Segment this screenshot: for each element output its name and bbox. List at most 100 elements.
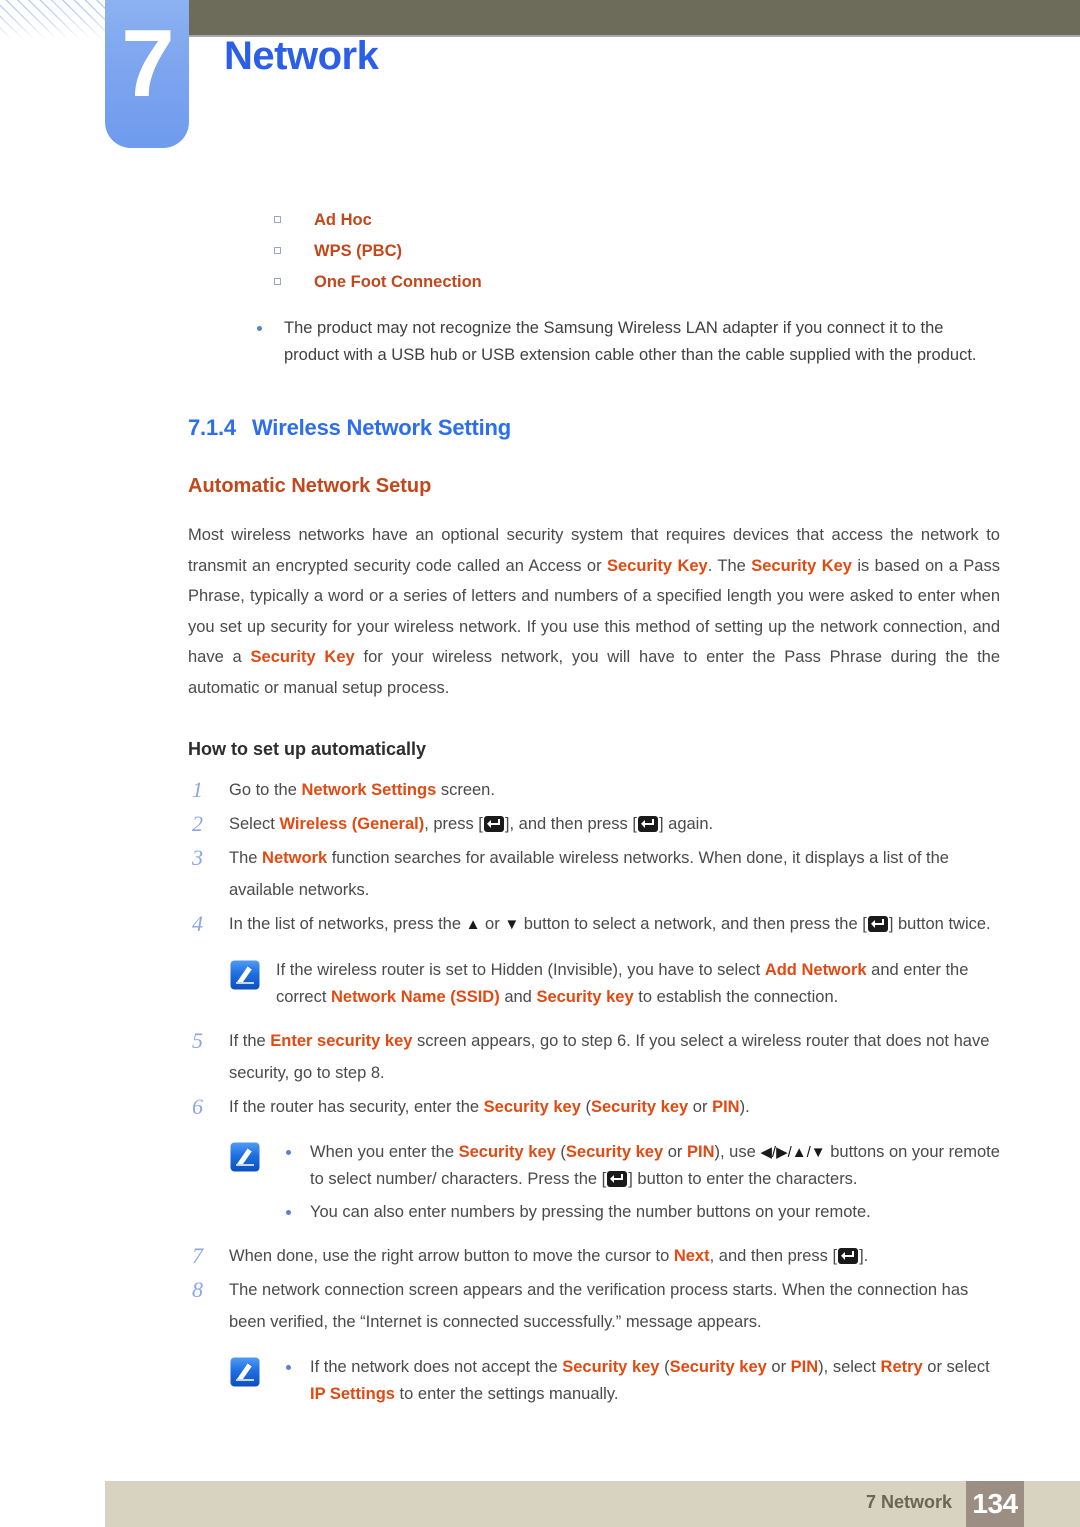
mode-label: Ad Hoc <box>314 211 372 229</box>
note-box-3: If the network does not accept the Secur… <box>188 1354 1000 1408</box>
keyword-emphasis: Network Settings <box>301 781 437 799</box>
step-item: 1 Go to the Network Settings screen. <box>188 774 1000 806</box>
text-run: ], and then press [ <box>504 815 637 833</box>
keyword-emphasis: Security key <box>483 1098 581 1116</box>
step-number: 1 <box>192 777 203 802</box>
step-text: The Network function searches for availa… <box>229 849 949 899</box>
note-bullet-text: If the network does not accept the Secur… <box>310 1358 990 1403</box>
footer-chapter-label: 7 Network <box>865 1492 952 1512</box>
steps-list-b: 5 If the Enter security key screen appea… <box>188 1025 1000 1123</box>
round-bullet-icon <box>286 1210 291 1215</box>
text-run: You can also enter numbers by pressing t… <box>310 1203 871 1221</box>
intro-note-bullet: The product may not recognize the Samsun… <box>188 315 1000 369</box>
steps-list-c: 7 When done, use the right arrow button … <box>188 1240 1000 1338</box>
step-item: 5 If the Enter security key screen appea… <box>188 1025 1000 1089</box>
note-bullet-list: When you enter the Security key (Securit… <box>276 1139 1000 1226</box>
intro-note-text: The product may not recognize the Samsun… <box>284 319 977 364</box>
enter-key-icon <box>483 816 504 832</box>
step-number: 5 <box>192 1028 203 1053</box>
text-run: If the <box>229 1032 271 1050</box>
keyword-emphasis: PIN <box>790 1358 819 1376</box>
intro-paragraph: Most wireless networks have an optional … <box>188 520 1000 703</box>
list-item: WPS (PBC) <box>188 236 1000 266</box>
note-bullet-item: If the network does not accept the Secur… <box>276 1354 1000 1408</box>
step-number: 2 <box>192 811 203 836</box>
text-run: or <box>766 1358 791 1376</box>
step-item: 2 Select Wireless (General), press [], a… <box>188 808 1000 840</box>
keyword-security-key: Security Key <box>606 556 708 575</box>
keyword-emphasis: PIN <box>687 1143 715 1161</box>
text-run: Go to the <box>229 781 302 799</box>
keyword-emphasis: Next <box>673 1247 710 1265</box>
step-text: In the list of networks, press the ▲ or … <box>229 915 991 933</box>
header-olive-bar <box>188 0 1080 35</box>
step-number: 4 <box>192 911 203 936</box>
text-run: screen. <box>436 781 495 799</box>
keyword-emphasis: Security key <box>669 1358 767 1376</box>
subsection-heading: Automatic Network Setup <box>188 475 432 497</box>
text-run: and <box>499 988 537 1006</box>
text-run: ] button twice. <box>888 915 991 933</box>
section-title: Wireless Network Setting <box>251 415 512 440</box>
keyword-emphasis: IP Settings <box>310 1385 395 1403</box>
chapter-number: 7 <box>121 10 174 117</box>
list-item: Ad Hoc <box>188 205 1000 235</box>
direction-arrow-icon: ▼ <box>504 916 520 933</box>
text-run: ] again. <box>658 815 714 833</box>
text-run: If the network does not accept the <box>310 1358 563 1376</box>
paragraph-part: . The <box>707 556 752 575</box>
step-text: When done, use the right arrow button to… <box>229 1247 868 1265</box>
note-pencil-icon <box>230 960 260 990</box>
hatch-decoration <box>0 0 108 40</box>
keyword-emphasis: Security key <box>590 1098 689 1116</box>
step-number: 8 <box>192 1277 203 1302</box>
chapter-title: Network <box>224 34 379 78</box>
text-run: When done, use the right arrow button to… <box>229 1247 674 1265</box>
square-bullet-icon <box>274 216 281 223</box>
round-bullet-icon <box>286 1150 291 1155</box>
keyword-emphasis: Retry <box>880 1358 923 1376</box>
keyword-emphasis: Security key <box>565 1143 664 1161</box>
keyword-emphasis: Enter security key <box>270 1032 413 1050</box>
text-run: button to select a network, and then pre… <box>519 915 867 933</box>
text-run: The network connection screen appears an… <box>229 1281 969 1331</box>
note-bullet-text: You can also enter numbers by pressing t… <box>310 1203 871 1221</box>
text-run: ). <box>739 1098 750 1116</box>
enter-key-icon <box>637 816 658 832</box>
square-bullet-icon <box>274 247 281 254</box>
text-run: , and then press [ <box>709 1247 838 1265</box>
keyword-emphasis: Wireless (General) <box>279 815 425 833</box>
round-bullet-icon <box>286 1365 291 1370</box>
section-number: 7.1.4 <box>188 415 236 440</box>
note-bullet-text: When you enter the Security key (Securit… <box>310 1143 1000 1188</box>
text-run: or <box>688 1098 713 1116</box>
step-item: 3 The Network function searches for avai… <box>188 842 1000 906</box>
text-run: ( <box>555 1143 566 1161</box>
square-bullet-icon <box>274 278 281 285</box>
page-header: 7 Network <box>0 0 1080 160</box>
page-footer: 7 Network 134 <box>105 1481 1080 1527</box>
text-run: If the wireless router is set to Hidden … <box>276 961 765 979</box>
enter-key-icon <box>838 1248 859 1264</box>
mode-label: WPS (PBC) <box>314 242 402 260</box>
section-heading: 7.1.4 Wireless Network Setting <box>188 415 1000 441</box>
note-text: If the wireless router is set to Hidden … <box>276 957 1000 1011</box>
keyword-security-key: Security Key <box>250 648 355 666</box>
direction-arrow-icon: ▲ <box>465 916 481 933</box>
text-run: ( <box>659 1358 670 1376</box>
mode-label: One Foot Connection <box>314 273 482 291</box>
keyword-security-key: Security Key <box>751 556 852 575</box>
text-run: or select <box>922 1358 990 1376</box>
direction-arrow-icon: ◀/▶/▲/▼ <box>760 1144 826 1161</box>
page-content: Ad Hoc WPS (PBC) One Foot Connection The… <box>188 205 1000 1422</box>
step-text: If the router has security, enter the Se… <box>229 1098 750 1116</box>
text-run: In the list of networks, press the <box>229 915 466 933</box>
note-box-1: If the wireless router is set to Hidden … <box>188 957 1000 1011</box>
keyword-emphasis: Security key <box>458 1143 556 1161</box>
step-number: 3 <box>192 845 203 870</box>
text-run: ] button to enter the characters. <box>628 1170 858 1188</box>
step-text: If the Enter security key screen appears… <box>229 1032 989 1082</box>
note-bullet-item: You can also enter numbers by pressing t… <box>276 1199 1000 1226</box>
keyword-emphasis: PIN <box>712 1098 740 1116</box>
step-number: 6 <box>192 1094 203 1119</box>
